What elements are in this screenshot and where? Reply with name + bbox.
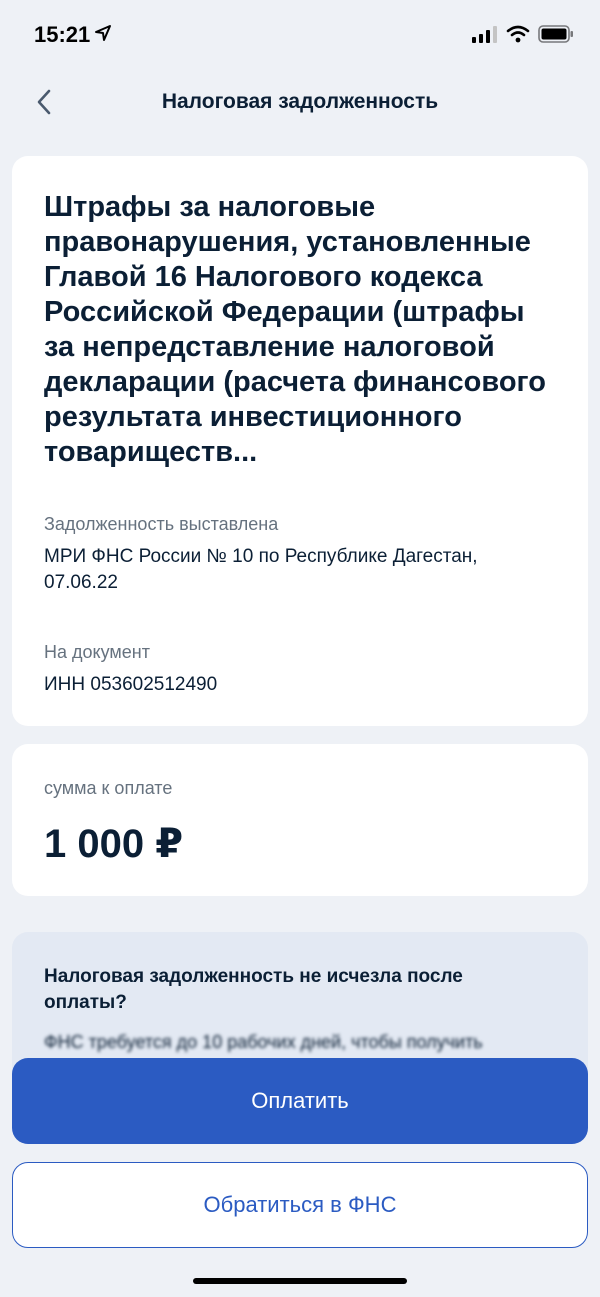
battery-icon [538, 25, 574, 48]
amount-label: сумма к оплате [44, 778, 173, 798]
amount-card: сумма к оплате 1 000 ₽ [12, 744, 588, 896]
amount-value: 1 000 ₽ [44, 822, 184, 866]
status-time: 15:21 [34, 22, 112, 48]
pay-button[interactable]: Оплатить [12, 1058, 588, 1144]
status-bar: 15:21 [0, 0, 600, 72]
info-title: Налоговая задолженность не исчезла после… [44, 966, 463, 1013]
location-arrow-icon [94, 22, 112, 48]
document-label: На документ [44, 642, 150, 662]
issued-label: Задолженность выставлена [44, 514, 279, 534]
nav-bar: Налоговая задолженность [0, 72, 600, 132]
status-time-text: 15:21 [34, 22, 91, 47]
issued-value: МРИ ФНС России № 10 по Республике Дагест… [44, 546, 478, 593]
bottom-actions: Оплатить Обратиться в ФНС [0, 1050, 600, 1297]
cellular-signal-icon [472, 25, 498, 48]
contact-fns-button[interactable]: Обратиться в ФНС [12, 1162, 588, 1248]
debt-title: Штрафы за налоговые правонарушения, уста… [44, 191, 546, 468]
page-title: Налоговая задолженность [161, 90, 439, 113]
home-indicator [193, 1278, 407, 1284]
document-value: ИНН 053602512490 [44, 674, 218, 695]
status-icons [472, 25, 574, 48]
wifi-icon [506, 25, 530, 48]
debt-details-card: Штрафы за налоговые правонарушения, уста… [12, 156, 588, 726]
